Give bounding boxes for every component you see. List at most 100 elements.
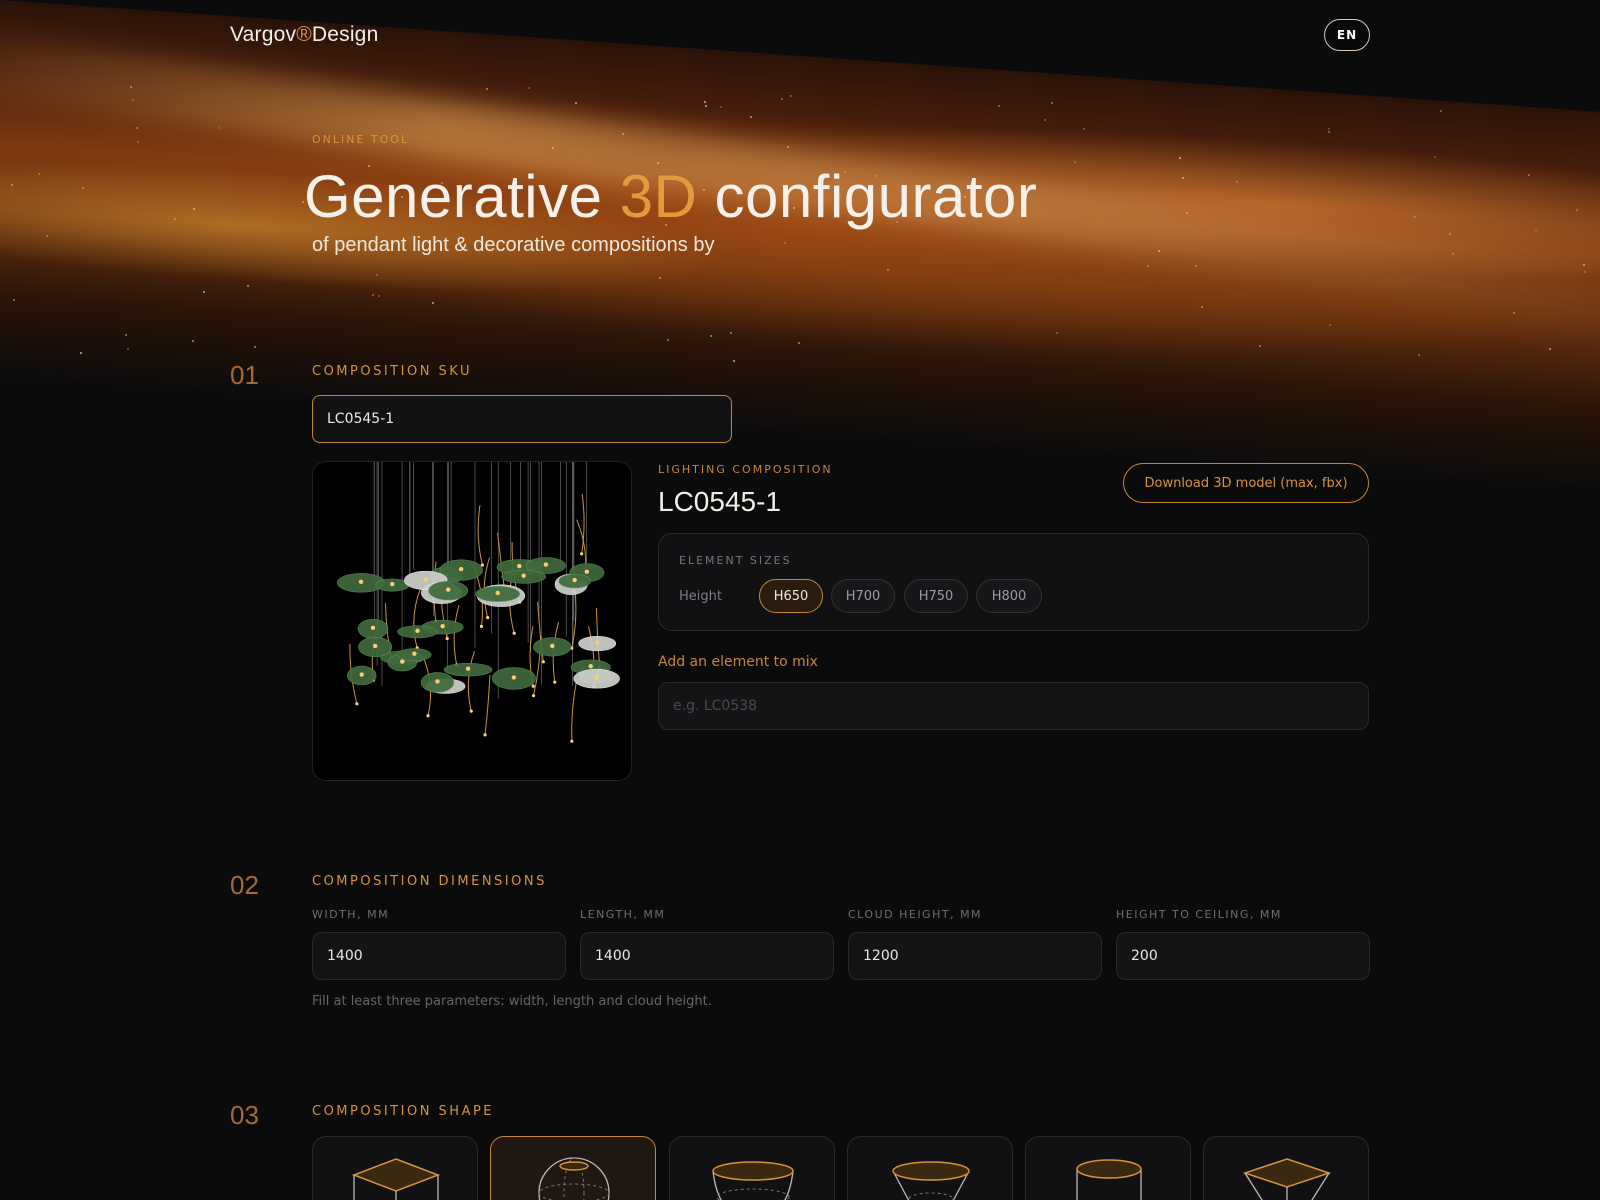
- star-particle: [1236, 181, 1238, 183]
- height-to-ceiling-label: HEIGHT TO CEILING, MM: [1116, 908, 1282, 921]
- star-particle: [552, 147, 554, 149]
- bowl-shape-icon: [712, 1161, 794, 1200]
- star-particle: [1418, 354, 1420, 356]
- star-particle: [376, 274, 378, 276]
- star-particle: [1513, 312, 1515, 314]
- star-particle: [193, 208, 195, 210]
- pyramid-shape-icon: [1242, 1158, 1332, 1200]
- element-sizes-card: ELEMENT SIZES Height H650 H700 H750 H800: [658, 533, 1369, 631]
- leaf-light: [412, 651, 417, 656]
- star-particle: [486, 88, 488, 90]
- star-particle: [1201, 306, 1203, 308]
- star-particle: [790, 95, 792, 97]
- size-chip-h750[interactable]: H750: [904, 579, 968, 613]
- light-bulb: [469, 709, 473, 713]
- page-title: Generative 3D configurator: [304, 163, 1038, 230]
- star-particle: [1186, 212, 1188, 214]
- star-particle: [11, 184, 13, 186]
- star-particle: [218, 127, 220, 129]
- cloud-height-input[interactable]: [848, 932, 1102, 980]
- size-chip-h650[interactable]: H650: [759, 579, 823, 613]
- star-particle: [247, 285, 249, 287]
- shape-option-bowl[interactable]: [669, 1136, 835, 1200]
- shape-option-cube[interactable]: [312, 1136, 478, 1200]
- brass-stem: [413, 587, 422, 649]
- light-bulb: [531, 694, 536, 698]
- leaf-light: [550, 643, 555, 649]
- brass-stem: [571, 681, 577, 742]
- star-particle: [432, 302, 434, 304]
- star-particle: [1074, 161, 1076, 163]
- star-particle: [1083, 128, 1085, 130]
- star-particle: [1182, 177, 1184, 179]
- star-particle: [174, 218, 176, 220]
- height-to-ceiling-input[interactable]: [1116, 932, 1370, 980]
- star-particle: [192, 340, 194, 342]
- star-particle: [1535, 229, 1537, 231]
- star-particle: [125, 334, 127, 336]
- star-particle: [1044, 119, 1046, 121]
- page-subtitle: of pendant light & decorative compositio…: [312, 234, 715, 256]
- mix-element-input[interactable]: [658, 682, 1369, 730]
- star-particle: [378, 295, 380, 297]
- star-particle: [137, 141, 139, 143]
- light-bulb: [426, 714, 430, 718]
- brass-stem: [467, 650, 475, 712]
- leaf-light: [495, 590, 500, 596]
- cloud-height-label: CLOUD HEIGHT, MM: [848, 908, 983, 921]
- leaf-light: [511, 675, 517, 680]
- light-bulb: [531, 684, 535, 688]
- logo[interactable]: Vargov®Design: [230, 23, 378, 47]
- size-chip-h700[interactable]: H700: [831, 579, 895, 613]
- star-particle: [1329, 324, 1331, 326]
- star-particle: [798, 342, 800, 344]
- leaf-light: [359, 672, 364, 677]
- shape-option-cone[interactable]: [847, 1136, 1013, 1200]
- sku-input[interactable]: [312, 395, 732, 443]
- length-input[interactable]: [580, 932, 834, 980]
- star-particle: [1328, 128, 1330, 130]
- leaf-light: [372, 643, 378, 649]
- step-number-02: 02: [230, 870, 259, 900]
- star-particle: [704, 101, 706, 103]
- star-particle: [1528, 174, 1530, 176]
- star-particle: [781, 98, 783, 100]
- shape-option-pyramid[interactable]: [1203, 1136, 1369, 1200]
- step-number-01: 01: [230, 360, 259, 390]
- download-3d-model-button[interactable]: Download 3D model (max, fbx): [1123, 463, 1369, 503]
- star-particle: [667, 339, 669, 341]
- star-particle: [575, 102, 577, 104]
- height-label: Height: [679, 589, 722, 604]
- star-particle: [254, 346, 256, 348]
- star-particle: [1583, 264, 1585, 266]
- star-particle: [787, 146, 789, 148]
- language-button[interactable]: EN: [1324, 19, 1370, 51]
- star-particle: [528, 87, 530, 89]
- star-particle: [13, 299, 15, 301]
- cone-shape-icon: [892, 1161, 970, 1200]
- leaf-light: [594, 675, 599, 680]
- width-input[interactable]: [312, 932, 566, 980]
- star-particle: [659, 277, 661, 279]
- light-bulb: [355, 702, 359, 706]
- star-particle: [1584, 271, 1586, 273]
- star-particle: [127, 348, 129, 350]
- star-particle: [80, 352, 82, 354]
- leaf-light: [584, 569, 590, 574]
- star-particle: [1195, 265, 1197, 267]
- cube-shape-icon: [351, 1158, 441, 1200]
- size-chip-h800[interactable]: H800: [976, 579, 1042, 613]
- brass-stem: [453, 604, 460, 666]
- star-particle: [710, 335, 712, 337]
- star-particle: [372, 294, 374, 296]
- section-label-sku: COMPOSITION SKU: [312, 364, 472, 379]
- star-particle: [1328, 131, 1330, 133]
- hero-eyebrow: ONLINE TOOL: [312, 133, 410, 146]
- shape-option-cylinder[interactable]: [1025, 1136, 1191, 1200]
- section-label-dimensions: COMPOSITION DIMENSIONS: [312, 874, 547, 889]
- mix-element-label: Add an element to mix: [658, 654, 818, 670]
- star-particle: [132, 99, 134, 101]
- leaf-light: [390, 581, 395, 587]
- shape-option-sphere[interactable]: [490, 1136, 656, 1200]
- composition-name: LC0545-1: [658, 486, 781, 517]
